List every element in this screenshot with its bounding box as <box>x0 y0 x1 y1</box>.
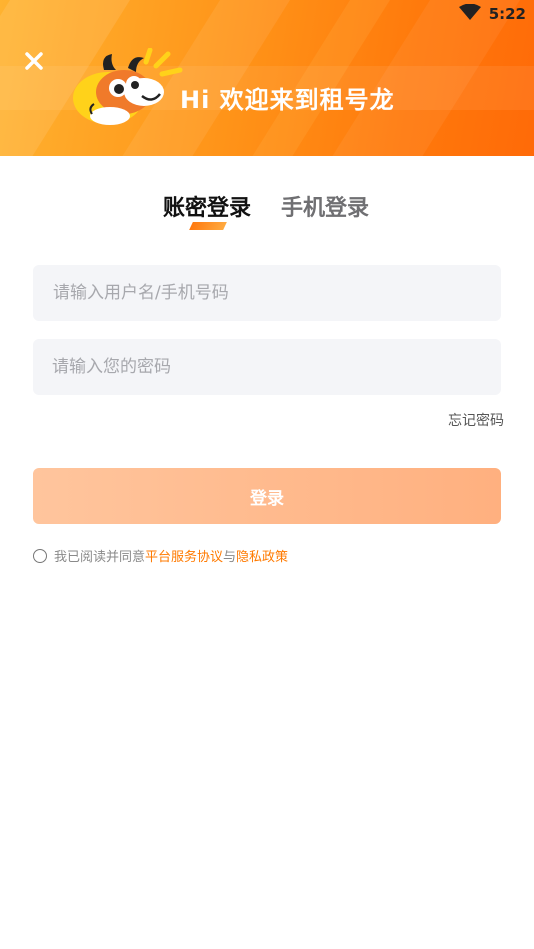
forgot-password-link[interactable]: 忘记密码 <box>448 410 504 430</box>
password-input[interactable] <box>50 356 501 378</box>
status-bar: 5:22 <box>458 3 526 25</box>
wifi-icon <box>458 3 481 24</box>
welcome-title: Hi 欢迎来到租号龙 <box>180 86 395 114</box>
privacy-policy-link[interactable]: 隐私政策 <box>236 546 288 565</box>
close-button[interactable] <box>18 46 50 76</box>
status-time: 5:22 <box>488 5 526 23</box>
service-agreement-link[interactable]: 平台服务协议 <box>145 546 223 565</box>
header-banner: 5:22 Hi 欢迎来到租号龙 <box>0 0 534 156</box>
dragon-mascot-logo <box>73 48 183 125</box>
agreement-middle: 与 <box>223 550 237 565</box>
login-button[interactable]: 登录 <box>33 468 501 524</box>
agreement-row: 我已阅读并同意 平台服务协议 与 隐私政策 <box>33 546 288 565</box>
agreement-radio[interactable] <box>33 548 47 563</box>
agreement-prefix: 我已阅读并同意 <box>54 550 146 565</box>
login-tabs: 账密登录 手机登录 <box>0 190 534 230</box>
tab-password-login[interactable]: 账密登录 <box>163 190 251 222</box>
username-input[interactable] <box>51 282 501 304</box>
username-field-container <box>33 265 501 321</box>
tab-phone-login[interactable]: 手机登录 <box>281 190 369 222</box>
tab-active-indicator <box>189 222 227 230</box>
password-field-container <box>33 339 501 395</box>
close-icon <box>25 52 43 70</box>
